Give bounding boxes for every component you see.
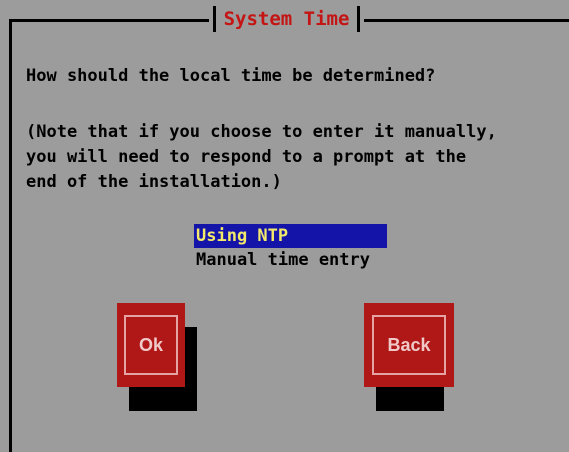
back-button[interactable]: Back: [364, 303, 454, 387]
frame-left-line: [9, 19, 12, 452]
back-button-group: Back: [364, 303, 454, 413]
title-right-tick: [357, 6, 361, 32]
frame-top-right-line: [364, 19, 569, 22]
ok-button-label: Ok: [138, 334, 163, 355]
ok-button-group: Ok: [117, 303, 197, 413]
back-button-label: Back: [387, 334, 431, 355]
note-text: (Note that if you choose to enter it man…: [26, 122, 497, 192]
time-method-listbox[interactable]: Using NTP Manual time entry: [194, 224, 387, 272]
option-using-ntp[interactable]: Using NTP: [194, 224, 387, 248]
system-time-dialog: System Time How should the local time be…: [0, 0, 569, 452]
dialog-title-box: System Time: [209, 6, 364, 32]
option-manual-time-entry[interactable]: Manual time entry: [194, 248, 387, 272]
ok-button[interactable]: Ok: [117, 303, 185, 387]
back-button-focus-frame: Back: [372, 315, 446, 375]
dialog-title: System Time: [223, 8, 350, 30]
ok-button-focus-frame: Ok: [124, 315, 178, 375]
question-text: How should the local time be determined?: [26, 66, 436, 86]
frame-top-left-line: [9, 19, 209, 22]
